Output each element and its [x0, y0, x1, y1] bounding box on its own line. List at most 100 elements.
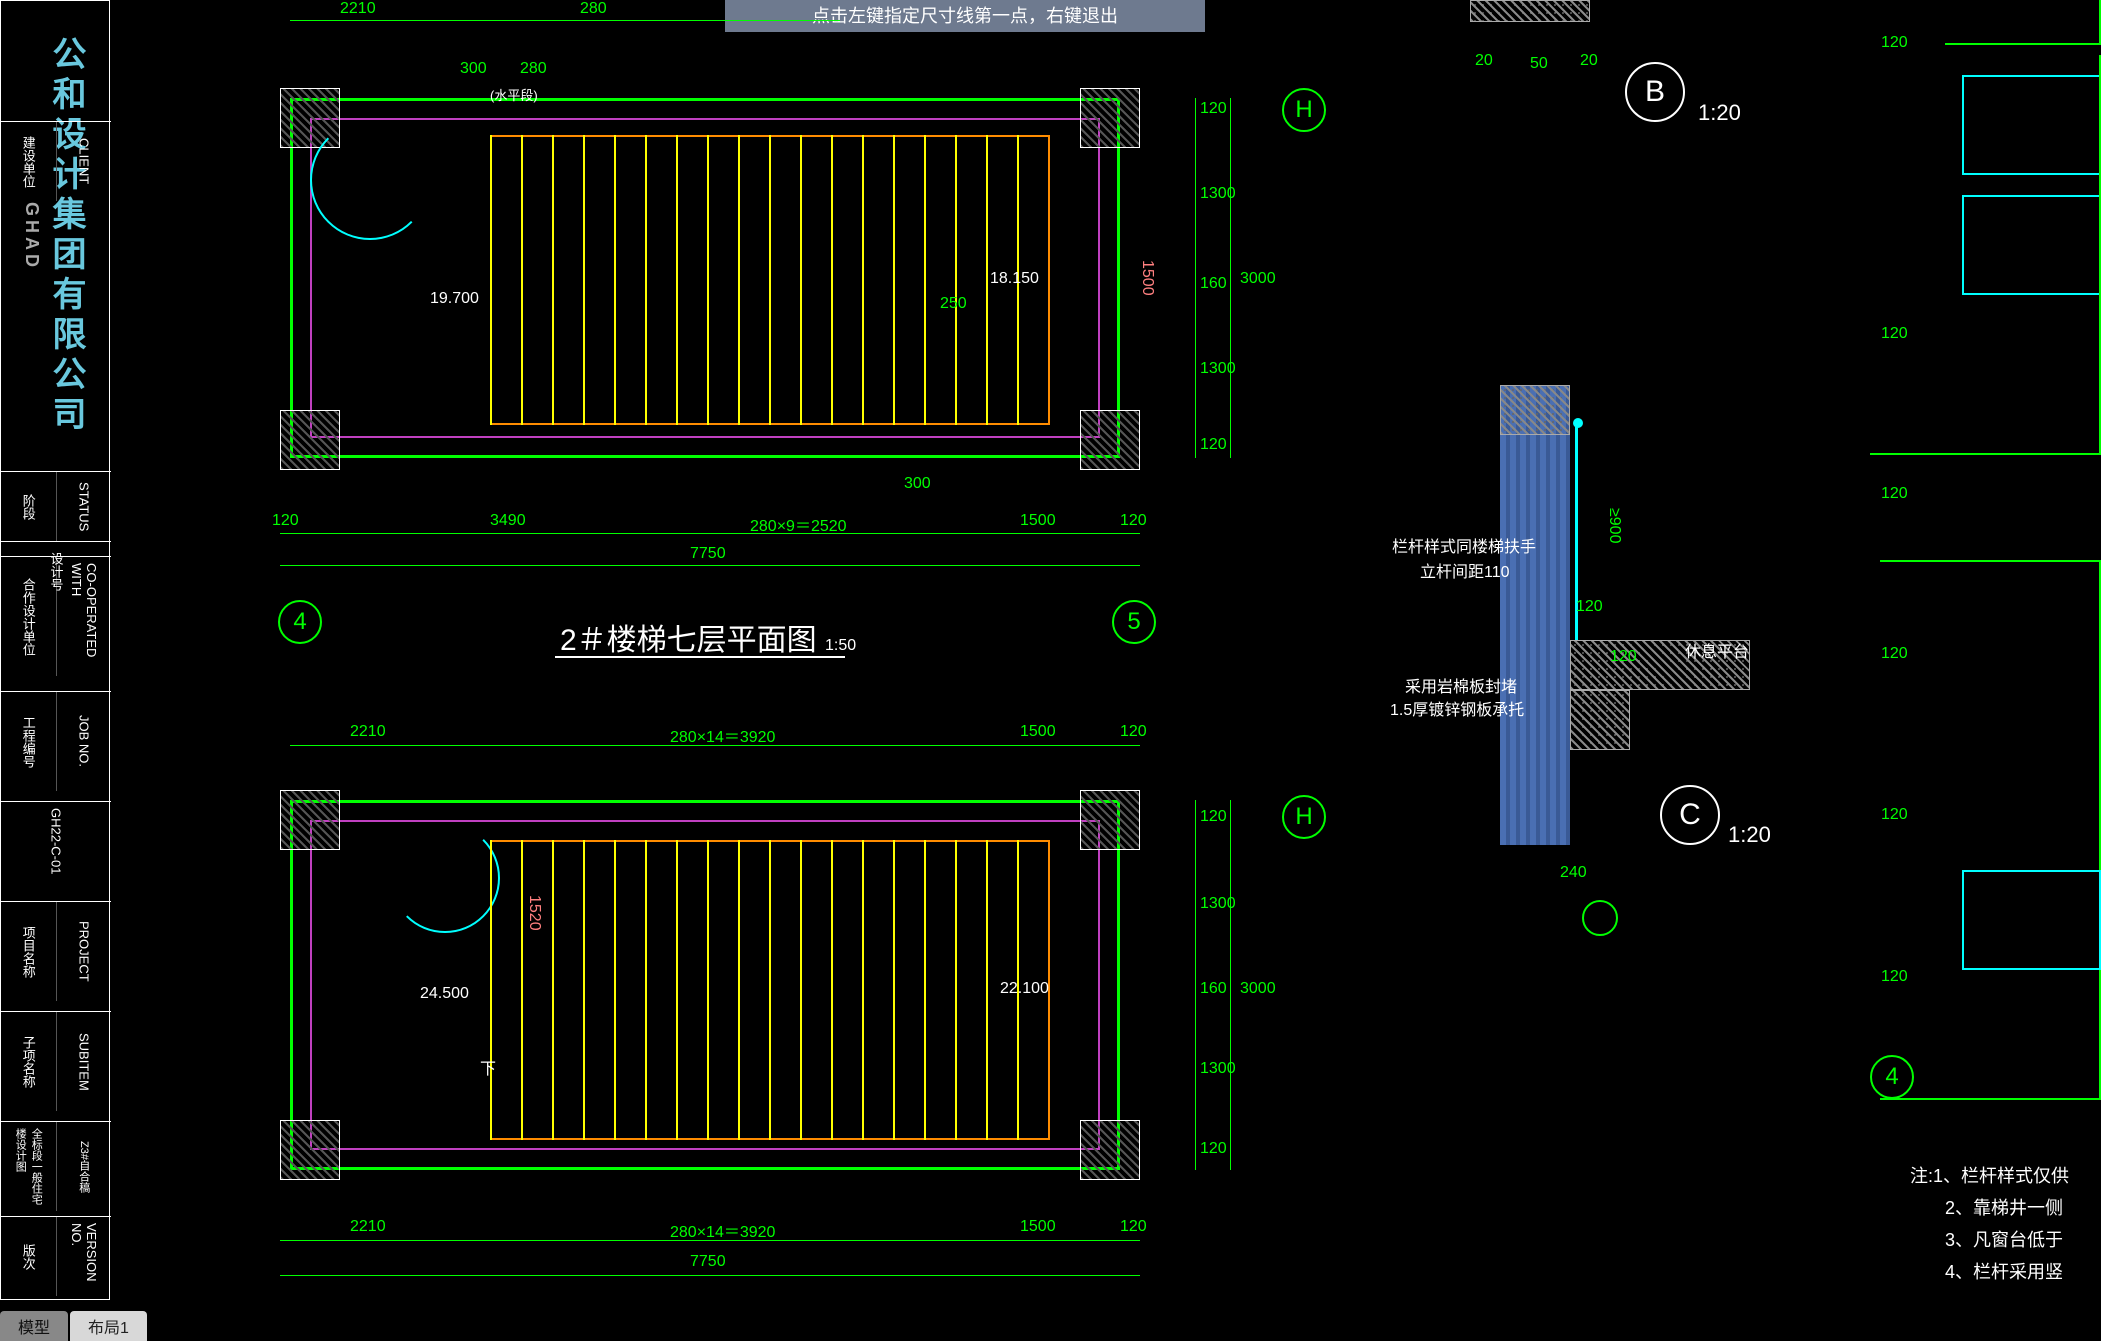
- plan1-dimline-top: [290, 20, 840, 21]
- plan1-grid-5: 5: [1112, 600, 1156, 644]
- detail-b-20r: 20: [1580, 52, 1598, 70]
- note-3: 3、凡窗台低于: [1945, 1230, 2063, 1250]
- tab-layout1[interactable]: 布局1: [70, 1311, 147, 1341]
- plan1-title-underline: [555, 656, 845, 658]
- company-logo: GHAD 公和设计集团有限公司: [1, 21, 111, 451]
- plan1-grid-4: 4: [278, 600, 322, 644]
- tb-job-l: 工程编号: [1, 692, 57, 791]
- note-4: 4、栏杆采用竖: [1945, 1262, 2063, 1282]
- section-grid-4: 4: [1870, 1055, 1914, 1099]
- section-win3: [1962, 870, 2101, 970]
- tab-bar: 模型 布局1: [0, 1315, 149, 1341]
- detail-c-120h: 120: [1576, 598, 1603, 616]
- detail-b-scale: 1:20: [1698, 100, 1741, 126]
- plan2-col-bl: [280, 1120, 340, 1180]
- plan2-r-1300t: 1300: [1200, 895, 1236, 913]
- command-prompt: 点击左键指定尺寸线第一点，右键退出: [725, 0, 1205, 32]
- plan2-grid-h-label: H: [1295, 803, 1312, 831]
- plan1-dim-280b: 280: [520, 60, 547, 78]
- detail-c-annot1: 栏杆样式同楼梯扶手: [1392, 533, 1536, 557]
- detail-c-annot3: 采用岩棉板封堵: [1405, 673, 1517, 697]
- plan1-grid-h: H: [1282, 88, 1326, 132]
- plan2-dimline-r2: [1230, 800, 1231, 1170]
- detail-b-50: 50: [1530, 55, 1548, 73]
- tb-proj-r: PROJECT: [57, 902, 112, 1001]
- plan1-r-1300t: 1300: [1200, 185, 1236, 203]
- tb-sub-l: 子项名称: [1, 1012, 57, 1111]
- logo-brand: GHAD: [21, 202, 42, 271]
- plan2-top-2210: 2210: [350, 723, 386, 741]
- plan1-elev-18150: 18.150: [990, 270, 1039, 288]
- tb-job-no: 工程编号 JOB NO.: [1, 691, 111, 791]
- section-box2: [1870, 55, 2101, 455]
- plan1-dimline-r1: [1195, 98, 1196, 458]
- tb-version: 版次 VERSION NO.: [1, 1216, 111, 1296]
- tb-proj-l: 项目名称: [1, 902, 57, 1001]
- tb-sub-r: SUBITEM: [57, 1012, 112, 1111]
- plan2-top-120: 120: [1120, 723, 1147, 741]
- detail-c-bubble: C: [1660, 785, 1720, 845]
- plan1-elev-19700: 19.700: [430, 290, 479, 308]
- plan2-r-3000: 3000: [1240, 980, 1276, 998]
- section-box3: [1880, 560, 2101, 1100]
- plan2-bot-2210: 2210: [350, 1218, 386, 1236]
- plan1-r-120t: 120: [1200, 100, 1227, 118]
- tb-client-l: 建设单位: [1, 122, 57, 201]
- plan1-r-120b: 120: [1200, 436, 1227, 454]
- plan1-r-1500red: 1500: [1138, 260, 1156, 296]
- plan1-col-tr: [1080, 88, 1140, 148]
- plan1-dimline-r2: [1230, 98, 1231, 458]
- detail-b-block: [1470, 0, 1590, 22]
- plan1-250: 250: [940, 295, 967, 313]
- plan1-bot-120r: 120: [1120, 512, 1147, 530]
- plan1-dim-horiz: (水平段): [490, 85, 538, 104]
- tb-z3: Z3#自合稿: [57, 1122, 112, 1211]
- tb-job-v: GH22-C-01: [1, 802, 111, 881]
- plan1-title-text: 2＃楼梯七层平面图: [560, 624, 817, 657]
- tb-status: 阶段 STATUS: [1, 471, 111, 541]
- plan1-r-1300b: 1300: [1200, 360, 1236, 378]
- grid-4-label: 4: [293, 608, 306, 636]
- plan2-door: [390, 823, 500, 933]
- tb-status-r: STATUS: [57, 472, 112, 541]
- detail-c-grid-empty: [1582, 900, 1618, 936]
- plan1-dim-300: 300: [460, 60, 487, 78]
- detail-c-wall: [1500, 385, 1570, 845]
- plan1-stair: [490, 135, 1050, 425]
- detail-c-handrail-top: [1573, 418, 1583, 428]
- detail-c-annot5: 休息平台: [1685, 638, 1749, 662]
- detail-c-landing: [1570, 690, 1630, 750]
- plan1-r-3000: 3000: [1240, 270, 1276, 288]
- grid-h-label: H: [1295, 96, 1312, 124]
- detail-c-annot4: 1.5厚镀锌钢板承托: [1390, 696, 1524, 720]
- plan1-door: [310, 120, 430, 240]
- tb-dwg: 全标段一般住宅楼设计图: [1, 1122, 57, 1211]
- tb-subitem: 子项名称 SUBITEM: [1, 1011, 111, 1111]
- tb-job-val: GH22-C-01: [1, 801, 111, 881]
- note-2: 2、靠梯井一侧: [1945, 1198, 2063, 1218]
- sec-120-4: 120: [1881, 645, 1908, 663]
- plan1-col-br: [1080, 410, 1140, 470]
- detail-c-label: C: [1679, 798, 1701, 832]
- section-box1: [1945, 0, 2101, 45]
- plan2-r-160: 160: [1200, 980, 1227, 998]
- plan2-top-280x14: 280×14＝3920: [670, 723, 775, 747]
- note-1: 1、栏杆样式仅供: [1933, 1166, 2069, 1186]
- plan1-bot-3490: 3490: [490, 512, 526, 530]
- tb-ver-r: VERSION NO.: [57, 1217, 112, 1296]
- plan2-col-tr: [1080, 790, 1140, 850]
- detail-c-120v: 120: [1610, 648, 1637, 666]
- plan1-title: 2＃楼梯七层平面图 1:50: [560, 615, 856, 659]
- plan2-dimline-bot2: [280, 1275, 1140, 1276]
- tab-model[interactable]: 模型: [0, 1311, 68, 1341]
- tb-client: 建设单位 CLIENT: [1, 121, 111, 201]
- detail-c-beam1: [1500, 385, 1570, 435]
- detail-b-bubble: B: [1625, 62, 1685, 122]
- detail-b-20l: 20: [1475, 52, 1493, 70]
- title-block: GHAD 公和设计集团有限公司 建设单位 CLIENT 阶段 STATUS 合作…: [0, 0, 110, 1300]
- plan2-bot-1500: 1500: [1020, 1218, 1056, 1236]
- tb-client-r: CLIENT: [57, 122, 112, 201]
- tb-design-l: 设计号: [1, 542, 111, 601]
- grid-5-label: 5: [1127, 608, 1140, 636]
- detail-c-scale: 1:20: [1728, 822, 1771, 848]
